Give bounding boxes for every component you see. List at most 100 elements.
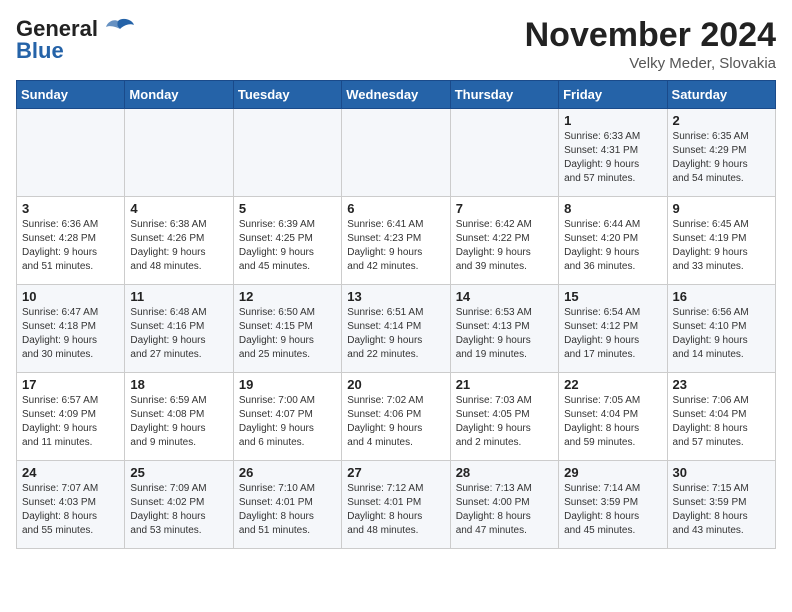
day-info: Sunrise: 6:56 AM Sunset: 4:10 PM Dayligh… — [673, 306, 770, 362]
logo-blue: Blue — [16, 38, 64, 64]
day-number: 11 — [130, 289, 227, 304]
calendar-cell: 8 Sunrise: 6:44 AM Sunset: 4:20 PM Daylig… — [559, 197, 667, 285]
day-info: Sunrise: 6:48 AM Sunset: 4:16 PM Dayligh… — [130, 306, 227, 362]
day-info: Sunrise: 6:59 AM Sunset: 4:08 PM Dayligh… — [130, 394, 227, 450]
weekday-header-friday: Friday — [559, 81, 667, 109]
calendar-cell: 21 Sunrise: 7:03 AM Sunset: 4:05 PM Dayli… — [450, 373, 558, 461]
calendar-cell: 19 Sunrise: 7:00 AM Sunset: 4:07 PM Dayli… — [233, 373, 341, 461]
day-info: Sunrise: 6:35 AM Sunset: 4:29 PM Dayligh… — [673, 130, 770, 186]
day-info: Sunrise: 6:41 AM Sunset: 4:23 PM Dayligh… — [347, 218, 444, 274]
day-number: 24 — [22, 465, 119, 480]
day-number: 18 — [130, 377, 227, 392]
day-info: Sunrise: 6:50 AM Sunset: 4:15 PM Dayligh… — [239, 306, 336, 362]
calendar-cell: 15Sunrise: 6:54 AM Sunset: 4:12 PM Dayli… — [559, 285, 667, 373]
calendar-cell — [17, 109, 125, 197]
day-number: 2 — [673, 113, 770, 128]
calendar-cell: 29Sunrise: 7:14 AM Sunset: 3:59 PM Dayli… — [559, 461, 667, 549]
weekday-header-thursday: Thursday — [450, 81, 558, 109]
calendar-cell — [233, 109, 341, 197]
day-number: 23 — [673, 377, 770, 392]
calendar-cell: 2 Sunrise: 6:35 AM Sunset: 4:29 PM Daylig… — [667, 109, 775, 197]
day-info: Sunrise: 7:15 AM Sunset: 3:59 PM Dayligh… — [673, 482, 770, 538]
day-number: 25 — [130, 465, 227, 480]
day-info: Sunrise: 6:57 AM Sunset: 4:09 PM Dayligh… — [22, 394, 119, 450]
day-info: Sunrise: 7:13 AM Sunset: 4:00 PM Dayligh… — [456, 482, 553, 538]
day-number: 19 — [239, 377, 336, 392]
day-info: Sunrise: 7:02 AM Sunset: 4:06 PM Dayligh… — [347, 394, 444, 450]
day-number: 8 — [564, 201, 661, 216]
calendar-cell: 18 Sunrise: 6:59 AM Sunset: 4:08 PM Dayli… — [125, 373, 233, 461]
day-number: 27 — [347, 465, 444, 480]
calendar-cell: 28 Sunrise: 7:13 AM Sunset: 4:00 PM Dayli… — [450, 461, 558, 549]
day-info: Sunrise: 7:07 AM Sunset: 4:03 PM Dayligh… — [22, 482, 119, 538]
day-number: 1 — [564, 113, 661, 128]
day-info: Sunrise: 7:06 AM Sunset: 4:04 PM Dayligh… — [673, 394, 770, 450]
calendar-cell: 3 Sunrise: 6:36 AM Sunset: 4:28 PM Daylig… — [17, 197, 125, 285]
day-info: Sunrise: 6:39 AM Sunset: 4:25 PM Dayligh… — [239, 218, 336, 274]
day-number: 17 — [22, 377, 119, 392]
day-number: 14 — [456, 289, 553, 304]
day-info: Sunrise: 6:44 AM Sunset: 4:20 PM Dayligh… — [564, 218, 661, 274]
day-info: Sunrise: 7:10 AM Sunset: 4:01 PM Dayligh… — [239, 482, 336, 538]
day-info: Sunrise: 6:53 AM Sunset: 4:13 PM Dayligh… — [456, 306, 553, 362]
calendar-cell: 7Sunrise: 6:42 AM Sunset: 4:22 PM Daylig… — [450, 197, 558, 285]
weekday-header-saturday: Saturday — [667, 81, 775, 109]
day-info: Sunrise: 6:36 AM Sunset: 4:28 PM Dayligh… — [22, 218, 119, 274]
calendar-cell: 13 Sunrise: 6:51 AM Sunset: 4:14 PM Dayli… — [342, 285, 450, 373]
logo: General Blue — [16, 16, 136, 64]
day-number: 30 — [673, 465, 770, 480]
calendar-cell: 11 Sunrise: 6:48 AM Sunset: 4:16 PM Dayli… — [125, 285, 233, 373]
weekday-header-tuesday: Tuesday — [233, 81, 341, 109]
weekday-header-sunday: Sunday — [17, 81, 125, 109]
day-info: Sunrise: 6:45 AM Sunset: 4:19 PM Dayligh… — [673, 218, 770, 274]
calendar-cell: 17 Sunrise: 6:57 AM Sunset: 4:09 PM Dayli… — [17, 373, 125, 461]
day-number: 26 — [239, 465, 336, 480]
weekday-header-wednesday: Wednesday — [342, 81, 450, 109]
location: Velky Meder, Slovakia — [525, 55, 776, 72]
calendar-cell — [125, 109, 233, 197]
day-number: 7 — [456, 201, 553, 216]
day-info: Sunrise: 7:14 AM Sunset: 3:59 PM Dayligh… — [564, 482, 661, 538]
day-number: 9 — [673, 201, 770, 216]
calendar-cell: 30 Sunrise: 7:15 AM Sunset: 3:59 PM Dayli… — [667, 461, 775, 549]
calendar-cell: 4 Sunrise: 6:38 AM Sunset: 4:26 PM Daylig… — [125, 197, 233, 285]
day-info: Sunrise: 6:47 AM Sunset: 4:18 PM Dayligh… — [22, 306, 119, 362]
day-number: 12 — [239, 289, 336, 304]
day-info: Sunrise: 6:51 AM Sunset: 4:14 PM Dayligh… — [347, 306, 444, 362]
calendar-cell: 22Sunrise: 7:05 AM Sunset: 4:04 PM Dayli… — [559, 373, 667, 461]
day-info: Sunrise: 7:12 AM Sunset: 4:01 PM Dayligh… — [347, 482, 444, 538]
day-number: 3 — [22, 201, 119, 216]
day-number: 16 — [673, 289, 770, 304]
month-title: November 2024 — [525, 16, 776, 55]
day-number: 13 — [347, 289, 444, 304]
calendar-cell: 6 Sunrise: 6:41 AM Sunset: 4:23 PM Daylig… — [342, 197, 450, 285]
day-info: Sunrise: 6:38 AM Sunset: 4:26 PM Dayligh… — [130, 218, 227, 274]
calendar-cell: 27 Sunrise: 7:12 AM Sunset: 4:01 PM Dayli… — [342, 461, 450, 549]
calendar-cell: 12 Sunrise: 6:50 AM Sunset: 4:15 PM Dayli… — [233, 285, 341, 373]
title-block: November 2024 Velky Meder, Slovakia — [525, 16, 776, 72]
day-info: Sunrise: 7:05 AM Sunset: 4:04 PM Dayligh… — [564, 394, 661, 450]
logo-bird-icon — [100, 17, 136, 39]
calendar-cell: 25 Sunrise: 7:09 AM Sunset: 4:02 PM Dayli… — [125, 461, 233, 549]
day-number: 4 — [130, 201, 227, 216]
calendar-table: SundayMondayTuesdayWednesdayThursdayFrid… — [16, 80, 776, 549]
calendar-cell — [450, 109, 558, 197]
day-number: 20 — [347, 377, 444, 392]
day-info: Sunrise: 7:09 AM Sunset: 4:02 PM Dayligh… — [130, 482, 227, 538]
calendar-cell — [342, 109, 450, 197]
day-info: Sunrise: 6:54 AM Sunset: 4:12 PM Dayligh… — [564, 306, 661, 362]
calendar-cell: 10 Sunrise: 6:47 AM Sunset: 4:18 PM Dayli… — [17, 285, 125, 373]
calendar-cell: 26 Sunrise: 7:10 AM Sunset: 4:01 PM Dayli… — [233, 461, 341, 549]
day-info: Sunrise: 7:03 AM Sunset: 4:05 PM Dayligh… — [456, 394, 553, 450]
day-number: 28 — [456, 465, 553, 480]
day-number: 6 — [347, 201, 444, 216]
calendar-cell: 1Sunrise: 6:33 AM Sunset: 4:31 PM Daylig… — [559, 109, 667, 197]
weekday-header-monday: Monday — [125, 81, 233, 109]
calendar-cell: 20 Sunrise: 7:02 AM Sunset: 4:06 PM Dayli… — [342, 373, 450, 461]
day-info: Sunrise: 7:00 AM Sunset: 4:07 PM Dayligh… — [239, 394, 336, 450]
day-number: 21 — [456, 377, 553, 392]
day-number: 10 — [22, 289, 119, 304]
calendar-cell: 16 Sunrise: 6:56 AM Sunset: 4:10 PM Dayli… — [667, 285, 775, 373]
calendar-cell: 23 Sunrise: 7:06 AM Sunset: 4:04 PM Dayli… — [667, 373, 775, 461]
calendar-cell: 14 Sunrise: 6:53 AM Sunset: 4:13 PM Dayli… — [450, 285, 558, 373]
